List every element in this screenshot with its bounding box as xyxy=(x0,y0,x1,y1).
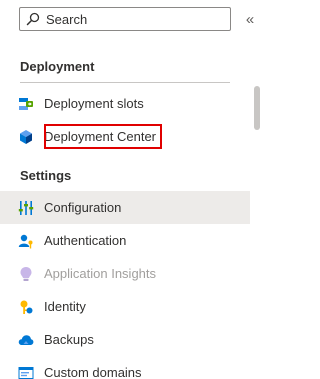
menu-item-backups[interactable]: Backups xyxy=(0,323,250,356)
search-placeholder: Search xyxy=(46,11,88,27)
search-input[interactable]: Search xyxy=(19,7,231,31)
menu-item-label: Backups xyxy=(44,332,94,347)
menu-item-deployment-center[interactable]: Deployment Center xyxy=(0,120,250,153)
menu-item-label: Authentication xyxy=(44,233,127,248)
menu-scrollbar[interactable] xyxy=(253,40,261,379)
search-icon xyxy=(26,12,40,26)
deployment-slots-icon xyxy=(18,96,34,112)
collapse-menu-button[interactable]: « xyxy=(241,9,259,29)
identity-icon xyxy=(18,299,34,315)
section-header-deployment: Deployment xyxy=(20,59,95,74)
menu-item-deployment-slots[interactable]: Deployment slots xyxy=(0,87,250,120)
menu-item-label: Custom domains xyxy=(44,365,142,379)
menu-item-label: Deployment Center xyxy=(44,129,156,144)
authentication-icon xyxy=(18,233,34,249)
search-row: Search « xyxy=(19,7,265,31)
menu-item-custom-domains[interactable]: Custom domains xyxy=(0,356,250,379)
application-insights-icon xyxy=(18,266,34,282)
menu-item-label: Identity xyxy=(44,299,86,314)
configuration-icon xyxy=(18,200,34,216)
menu-item-label: Deployment slots xyxy=(44,96,144,111)
custom-domains-icon xyxy=(18,365,34,379)
resource-menu: Deployment Deployment slots Deployment C… xyxy=(0,50,250,379)
scroll-thumb[interactable] xyxy=(254,86,260,130)
menu-item-authentication[interactable]: Authentication xyxy=(0,224,250,257)
menu-item-identity[interactable]: Identity xyxy=(0,290,250,323)
menu-item-configuration[interactable]: Configuration xyxy=(0,191,250,224)
menu-item-label: Configuration xyxy=(44,200,122,215)
menu-item-label: Application Insights xyxy=(44,266,157,281)
menu-item-application-insights[interactable]: Application Insights xyxy=(0,257,250,290)
deployment-center-icon xyxy=(18,129,34,145)
section-header-settings: Settings xyxy=(20,168,72,183)
section-divider xyxy=(20,82,230,83)
backups-icon xyxy=(18,332,34,348)
